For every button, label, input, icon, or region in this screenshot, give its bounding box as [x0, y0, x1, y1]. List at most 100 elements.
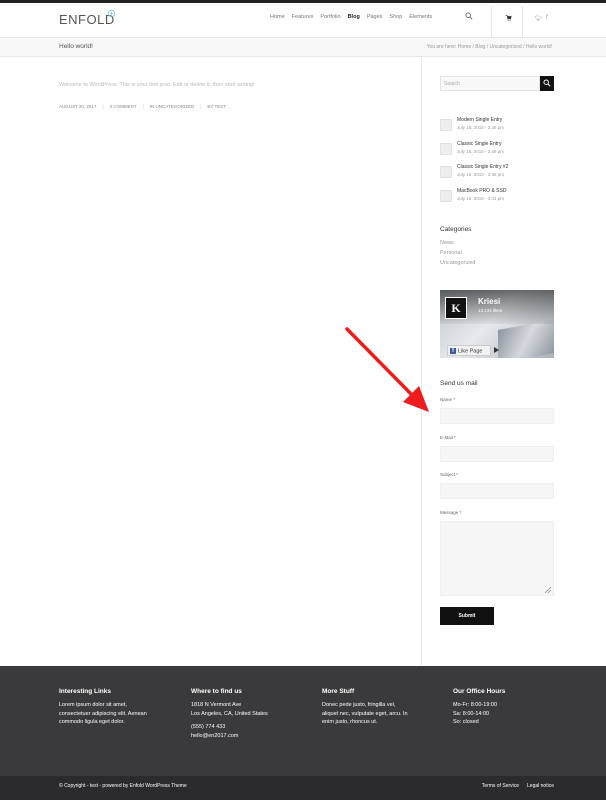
meta-separator: | — [102, 104, 104, 109]
name-label: Name * — [440, 397, 456, 402]
search-icon — [543, 79, 551, 87]
entry-thumbnail — [440, 189, 452, 202]
footer-address: Los Angeles, CA, United States — [191, 710, 268, 717]
footer-socket: © Copyright - test - powered by Enfold W… — [0, 776, 606, 800]
message-label: Message * — [440, 510, 462, 515]
facebook-page-widget[interactable]: K Kriesi 13,131 likes f Like Page — [440, 290, 554, 358]
category-link-personal[interactable]: Personal — [440, 248, 475, 258]
nav-item-elements[interactable]: Elements — [409, 14, 432, 20]
footer-column-location: Where to find us 1818 N Vermont Ave Los … — [191, 688, 311, 740]
kriesi-logo[interactable]: K — [445, 297, 467, 319]
copyright-text: © Copyright - test - powered by Enfold W… — [59, 783, 187, 789]
footer-text: Sa: 8:00-14:00 — [453, 710, 490, 717]
facebook-icon: f — [450, 348, 456, 354]
site-header: ENFOLD Home Features Portfolio Blog Page… — [0, 3, 606, 40]
post-excerpt: Welcome to WordPress. This is your first… — [59, 82, 255, 88]
categories-list: News Personal Uncategorized — [440, 238, 475, 268]
nav-item-shop[interactable]: Shop — [389, 14, 402, 20]
facebook-icon[interactable]: f — [546, 15, 548, 21]
facebook-like-button[interactable]: f Like Page — [447, 345, 491, 356]
email-field[interactable] — [440, 446, 554, 462]
footer-text: commodo ligula eget dolor. — [59, 719, 125, 725]
logo-flower-icon — [107, 9, 116, 18]
facebook-page-name[interactable]: Kriesi — [478, 297, 500, 306]
meta-separator: | — [142, 104, 144, 109]
footer-text: So: closed — [453, 719, 479, 725]
entry-title[interactable]: Classic Single Entry — [457, 141, 501, 147]
list-item[interactable]: Classic Single Entry #2 July 15, 2015 - … — [440, 164, 554, 188]
terms-of-service-link[interactable]: Terms of Service — [482, 783, 519, 789]
post-author-link[interactable]: BY TEST — [207, 104, 226, 109]
page-title: Hello world! — [59, 43, 93, 50]
site-footer: Interesting Links Lorem ipsum dolor sit … — [0, 666, 606, 776]
contact-form-title: Send us mail — [440, 380, 478, 387]
entry-thumbnail — [440, 119, 452, 131]
post-category-link[interactable]: IN UNCATEGORIZED — [150, 104, 194, 109]
nav-item-home[interactable]: Home — [270, 14, 285, 20]
message-textarea[interactable] — [440, 521, 554, 596]
entry-thumbnail — [440, 166, 452, 178]
list-item[interactable]: Classic Single Entry July 15, 2015 - 3:4… — [440, 141, 554, 165]
nav-item-blog[interactable]: Blog — [348, 14, 360, 20]
breadcrumb[interactable]: You are here: Home / Blog / Uncategorize… — [427, 44, 552, 50]
entry-title[interactable]: Modern Single Entry — [457, 117, 502, 123]
list-item[interactable]: MacBook PRO & SSD July 15, 2015 - 3:41 p… — [440, 188, 554, 212]
meta-separator: | — [200, 104, 202, 109]
search-icon[interactable] — [465, 12, 473, 20]
resize-handle-icon[interactable] — [544, 586, 552, 594]
footer-text: consectetuer adipiscing elit. Aenean — [59, 710, 147, 717]
footer-text: aliquet nec, vulputate eget, arcu. In — [322, 710, 408, 717]
submit-button[interactable]: Submit — [440, 607, 494, 625]
sidebar-search-button[interactable] — [540, 76, 554, 91]
subject-label: Subject * — [440, 472, 459, 477]
footer-email-link[interactable]: hello@en2017.com — [191, 732, 311, 741]
entry-date: July 15, 2015 - 3:48 pm — [457, 148, 505, 154]
category-link-uncategorized[interactable]: Uncategorized — [440, 258, 475, 268]
footer-column-hours: Our Office Hours Mo-Fr: 8:00-19:00 Sa: 8… — [453, 688, 573, 727]
footer-column-title: Where to find us — [191, 688, 242, 695]
twitter-icon[interactable]: 🐦︎ — [535, 15, 543, 22]
footer-text: Donec pede justo, fringilla vel, — [322, 702, 396, 708]
play-icon — [494, 347, 499, 353]
footer-column-title: Our Office Hours — [453, 688, 506, 695]
nav-item-features[interactable]: Features — [292, 14, 314, 20]
category-link-news[interactable]: News — [440, 238, 475, 248]
header-divider — [522, 6, 523, 40]
facebook-likes-count: 13,131 likes — [478, 308, 503, 313]
name-field[interactable] — [440, 408, 554, 424]
subject-field[interactable] — [440, 483, 554, 499]
entry-date: July 15, 2015 - 3:41 pm — [457, 195, 505, 201]
socket-links: Terms of Service Legal notice — [474, 783, 554, 789]
footer-phone: (555) 774 433 — [191, 724, 226, 730]
legal-notice-link[interactable]: Legal notice — [527, 783, 554, 789]
recent-entries-list: Modern Single Entry July 15, 2015 - 3:48… — [440, 117, 554, 211]
post-comments-link[interactable]: 0 COMMENT — [110, 104, 137, 109]
list-item[interactable]: Modern Single Entry July 15, 2015 - 3:48… — [440, 117, 554, 141]
entry-title[interactable]: MacBook PRO & SSD — [457, 188, 506, 194]
annotation-arrow-icon — [345, 327, 429, 412]
footer-column-more: More Stuff Donec pede justo, fringilla v… — [322, 688, 442, 727]
sidebar-search-input[interactable]: Search — [440, 76, 540, 91]
footer-column-title: Interesting Links — [59, 688, 112, 695]
footer-text: Mo-Fr: 8:00-19:00 — [453, 702, 498, 708]
entry-date: July 15, 2015 - 3:46 pm — [457, 172, 505, 177]
email-label: E-Mail * — [440, 435, 456, 440]
like-label: Like Page — [458, 348, 483, 355]
post-date: AUGUST 20, 2017 — [59, 104, 97, 109]
footer-address: 1818 N Vermont Ave — [191, 702, 242, 708]
entry-thumbnail — [440, 142, 452, 155]
categories-heading: Categories — [440, 226, 472, 233]
footer-column-title: More Stuff — [322, 688, 355, 695]
entry-date: July 15, 2015 - 3:48 pm — [457, 125, 505, 130]
nav-item-pages[interactable]: Pages — [367, 14, 383, 20]
title-bar: Hello world! You are here: Home / Blog /… — [0, 37, 606, 57]
entry-title[interactable]: Classic Single Entry #2 — [457, 164, 508, 170]
footer-text: enim justo, rhoncus ut. — [322, 719, 378, 725]
footer-text: Lorem ipsum dolor sit amet, — [59, 702, 127, 708]
header-divider — [491, 6, 492, 40]
main-nav: Home Features Portfolio Blog Pages Shop … — [270, 14, 439, 20]
footer-column-links: Interesting Links Lorem ipsum dolor sit … — [59, 688, 179, 727]
post-meta: AUGUST 20, 2017 | 0 COMMENT | IN UNCATEG… — [59, 104, 232, 109]
nav-item-portfolio[interactable]: Portfolio — [320, 14, 340, 20]
cart-icon[interactable] — [505, 14, 512, 21]
